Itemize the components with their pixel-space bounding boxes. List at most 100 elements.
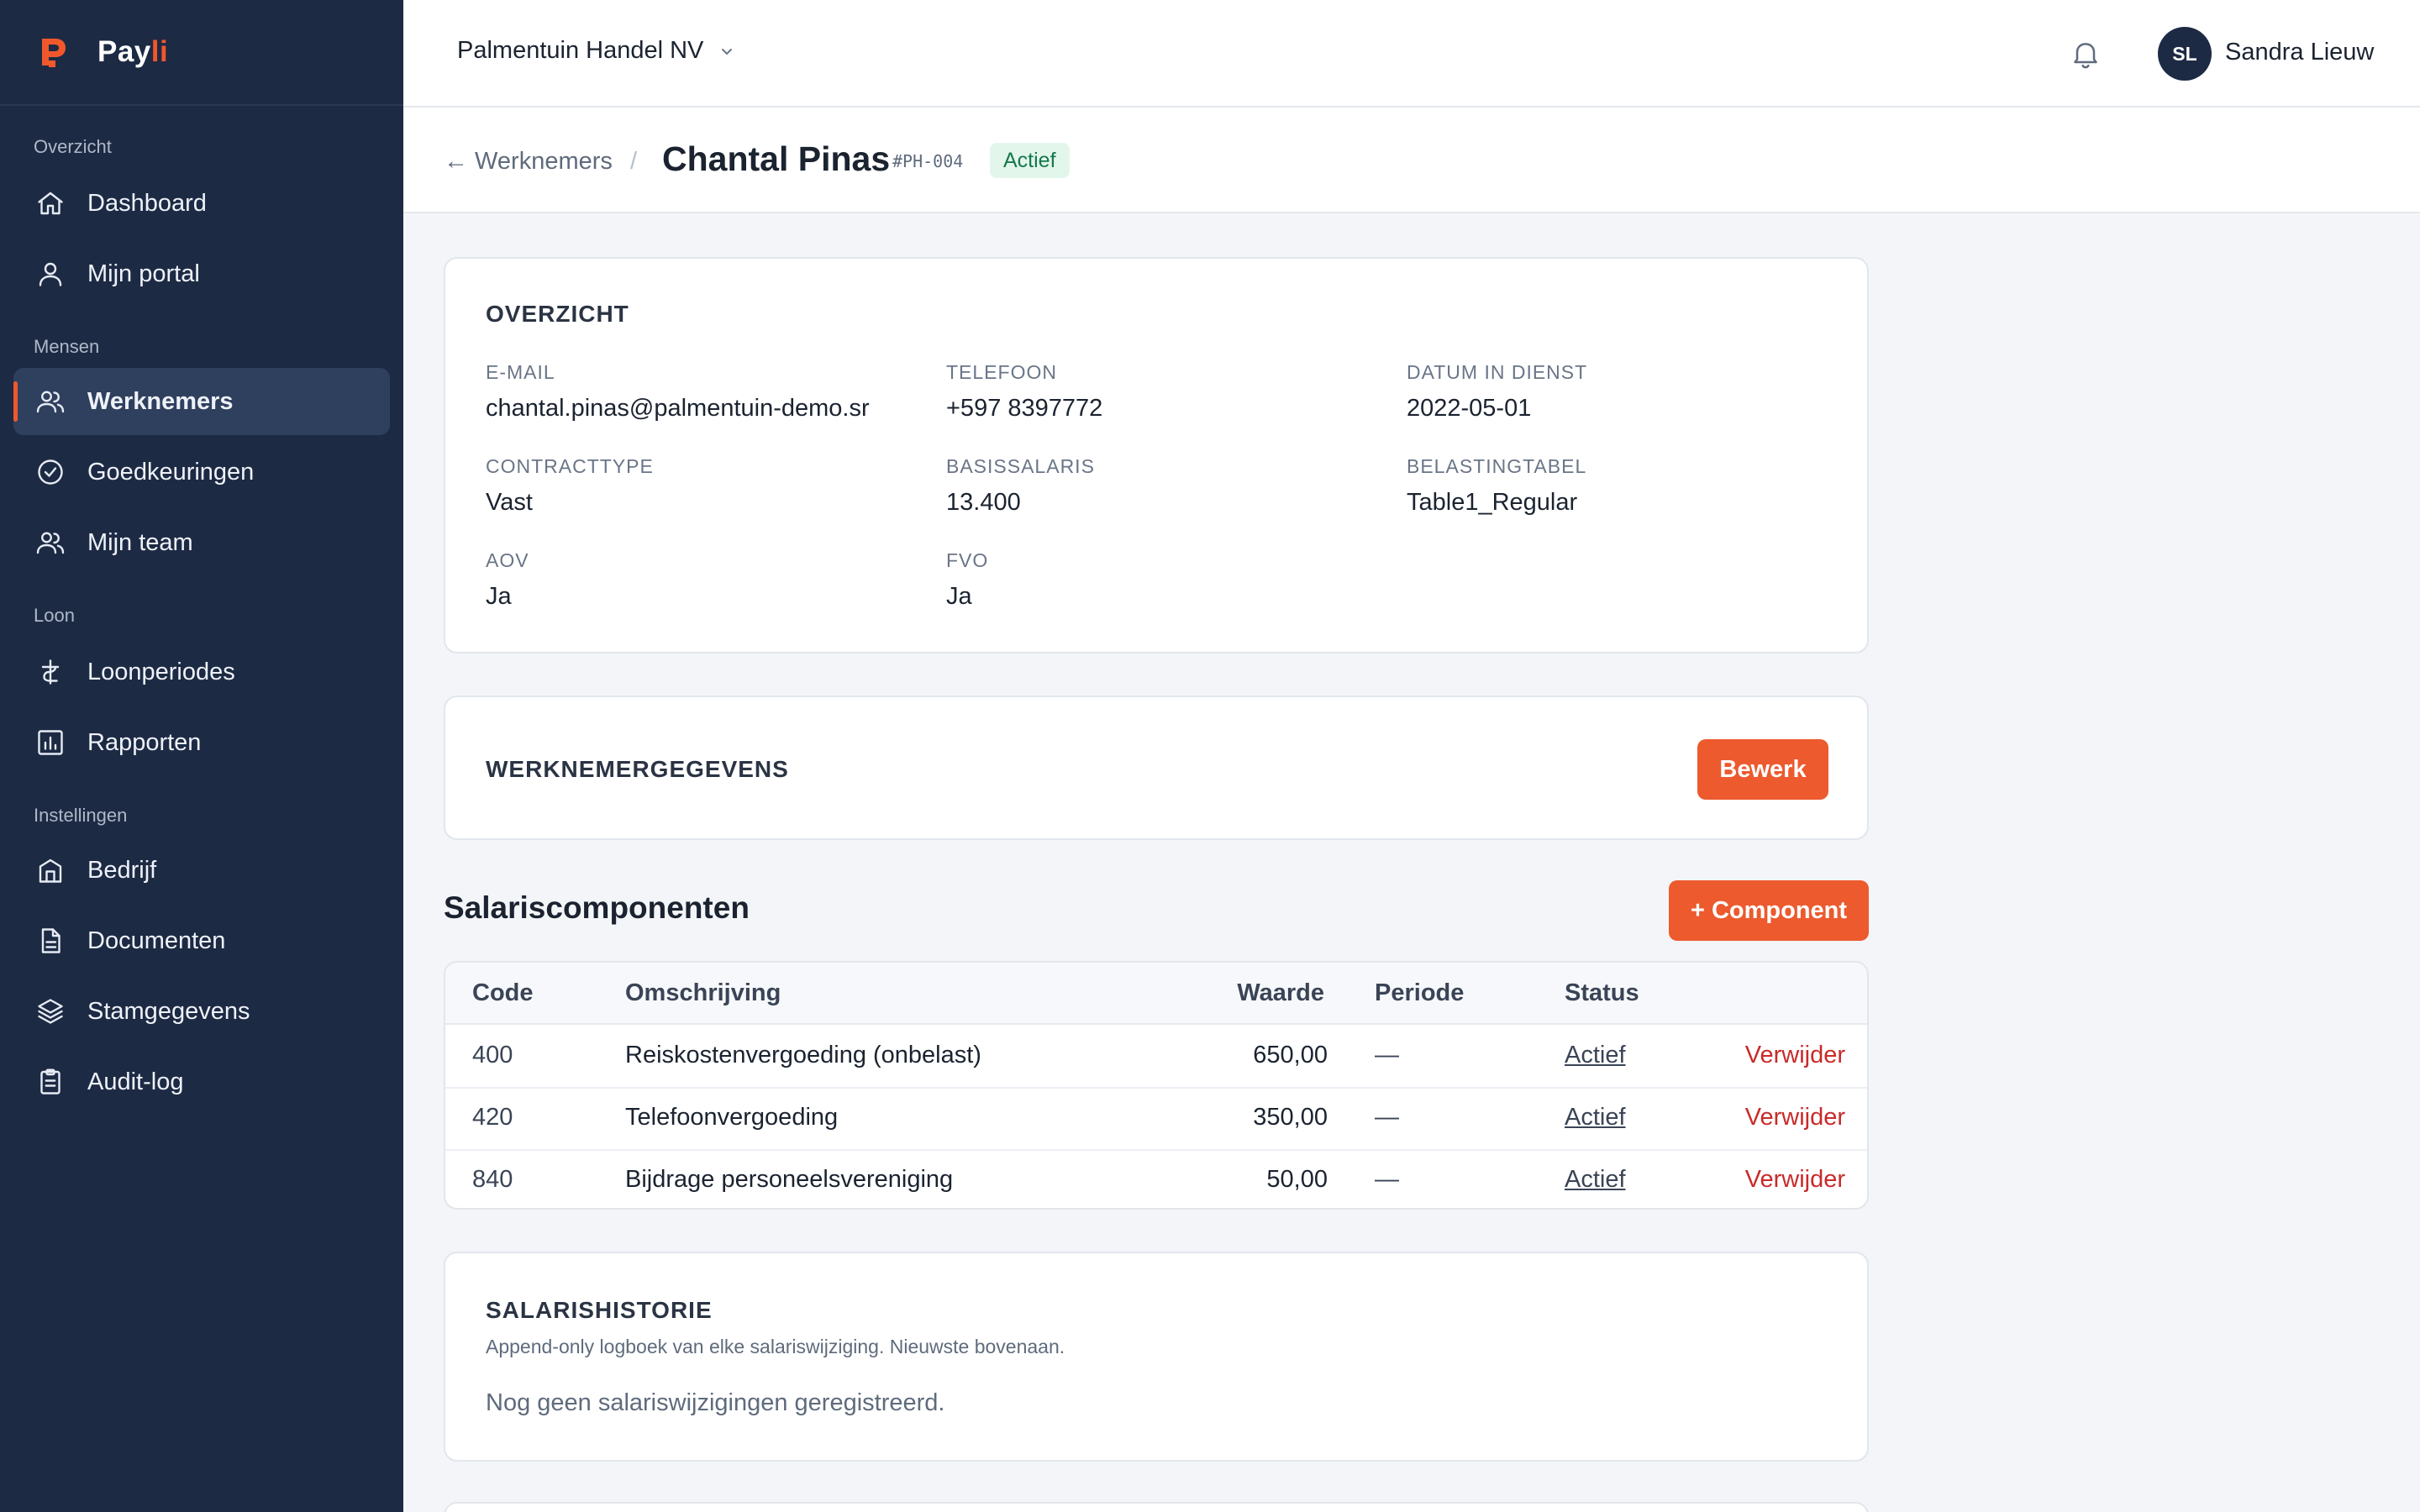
sidebar-item-werknemers[interactable]: Werknemers <box>13 368 390 435</box>
layers-icon <box>34 995 67 1028</box>
history-subtitle: Append-only logboek van elke salariswijz… <box>486 1336 1065 1357</box>
sidebar-item-label: Werknemers <box>87 387 234 415</box>
field-label-fvo: FVO <box>946 549 989 571</box>
cell-period: — <box>1375 1104 1399 1131</box>
employee-data-card: WERKNEMERGEGEVENS Bewerk <box>444 696 1869 840</box>
sidebar-item-label: Loonperiodes <box>87 658 235 685</box>
sidebar-item-label: Dashboard <box>87 189 207 217</box>
sidebar-item-mijn-portal[interactable]: Mijn portal <box>13 240 390 307</box>
sidebar-item-stamgegevens[interactable]: Stamgegevens <box>13 978 390 1045</box>
cell-period: — <box>1375 1166 1399 1193</box>
cell-value: 350,00 <box>1253 1104 1328 1131</box>
delete-button[interactable]: Verwijder <box>1745 1166 1845 1194</box>
overview-card: OVERZICHT E-MAIL chantal.pinas@palmentui… <box>444 257 1869 654</box>
sidebar-item-bedrijf[interactable]: Bedrijf <box>13 837 390 904</box>
sidebar-item-label: Bedrijf <box>87 856 157 884</box>
sidebar-item-audit-log[interactable]: Audit-log <box>13 1048 390 1116</box>
cell-code: 400 <box>472 1042 513 1068</box>
status-toggle-link[interactable]: Actief <box>1565 1042 1626 1069</box>
field-label-telefoon: TELEFOON <box>946 361 1057 383</box>
sidebar-item-documenten[interactable]: Documenten <box>13 907 390 974</box>
cell-description: Telefoonvergoeding <box>625 1104 839 1131</box>
sidebar-item-label: Stamgegevens <box>87 997 250 1025</box>
currency-icon <box>34 655 67 689</box>
sidebar-item-label: Audit-log <box>87 1068 184 1095</box>
field-label-datum-in-dienst: DATUM IN DIENST <box>1407 361 1588 383</box>
sidebar: Payli Overzicht Dashboard Mijn portal Me… <box>0 0 403 1512</box>
sidebar-item-goedkeuringen[interactable]: Goedkeuringen <box>13 438 390 506</box>
status-toggle-link[interactable]: Actief <box>1565 1104 1626 1131</box>
clipboard-icon <box>34 1065 67 1099</box>
cell-description: Bijdrage personeelsvereniging <box>625 1166 954 1193</box>
sidebar-item-label: Mijn team <box>87 528 193 556</box>
status-badge: Actief <box>990 143 1070 178</box>
field-value-datum-in-dienst: 2022-05-01 <box>1407 395 1532 422</box>
nav-group-instellingen: Instellingen <box>34 805 128 826</box>
sidebar-item-label: Documenten <box>87 927 226 954</box>
delete-button[interactable]: Verwijder <box>1745 1104 1845 1131</box>
status-toggle-link[interactable]: Actief <box>1565 1166 1626 1194</box>
column-header-periode: Periode <box>1375 979 1465 1006</box>
cell-description: Reiskostenvergoeding (onbelast) <box>625 1042 981 1068</box>
nav-group-loon: Loon <box>34 605 75 626</box>
field-label-email: E-MAIL <box>486 361 555 383</box>
components-title: Salariscomponenten <box>444 890 750 925</box>
field-value-fvo: Ja <box>946 583 972 610</box>
cell-code: 420 <box>472 1104 513 1131</box>
add-component-button[interactable]: + Component <box>1669 880 1869 941</box>
sidebar-item-rapporten[interactable]: Rapporten <box>13 709 390 776</box>
building-icon <box>34 853 67 887</box>
cell-value: 650,00 <box>1253 1042 1328 1068</box>
home-icon <box>34 186 67 220</box>
sidebar-item-label: Goedkeuringen <box>87 458 255 486</box>
chevron-down-icon <box>718 43 735 60</box>
bell-icon[interactable] <box>2069 37 2102 71</box>
table-row: 420 Telefoonvergoeding 350,00 — Actief V… <box>445 1087 1867 1149</box>
history-title: SALARISHISTORIE <box>486 1297 713 1323</box>
cell-period: — <box>1375 1042 1399 1068</box>
field-value-aov: Ja <box>486 583 512 610</box>
user-icon <box>34 257 67 291</box>
user-name[interactable]: Sandra Lieuw <box>2225 39 2374 66</box>
nav-group-mensen: Mensen <box>34 336 100 357</box>
brand[interactable]: Payli <box>0 0 403 106</box>
payli-logo-icon <box>37 35 69 69</box>
field-value-belastingtabel: Table1_Regular <box>1407 489 1578 516</box>
cell-code: 840 <box>472 1166 513 1193</box>
delete-button[interactable]: Verwijder <box>1745 1042 1845 1069</box>
sidebar-item-label: Rapporten <box>87 728 202 756</box>
field-value-basissalaris: 13.400 <box>946 489 1021 516</box>
users-icon <box>34 526 67 559</box>
field-label-contracttype: CONTRACTTYPE <box>486 455 654 477</box>
topbar: Palmentuin Handel NV SL Sandra Lieuw <box>403 0 2420 108</box>
field-label-belastingtabel: BELASTINGTABEL <box>1407 455 1587 477</box>
field-label-aov: AOV <box>486 549 529 571</box>
field-value-contracttype: Vast <box>486 489 533 516</box>
field-label-basissalaris: BASISSALARIS <box>946 455 1095 477</box>
company-name: Palmentuin Handel NV <box>457 37 704 64</box>
field-value-email: chantal.pinas@palmentuin-demo.sr <box>486 395 870 422</box>
table-row: 400 Reiskostenvergoeding (onbelast) 650,… <box>445 1025 1867 1087</box>
page-title: Chantal Pinas <box>662 139 891 178</box>
sidebar-item-mijn-team[interactable]: Mijn team <box>13 509 390 576</box>
sidebar-item-label: Mijn portal <box>87 260 200 287</box>
sidebar-item-dashboard[interactable]: Dashboard <box>13 170 390 237</box>
edit-button[interactable]: Bewerk <box>1697 739 1828 800</box>
cell-value: 50,00 <box>1266 1166 1328 1193</box>
table-row: 840 Bijdrage personeelsvereniging 50,00 … <box>445 1149 1867 1208</box>
sidebar-item-loonperiodes[interactable]: Loonperiodes <box>13 638 390 706</box>
components-table: Code Omschrijving Waarde Periode Status … <box>444 961 1869 1210</box>
company-selector[interactable]: Palmentuin Handel NV <box>457 37 735 65</box>
avatar[interactable]: SL <box>2158 27 2212 81</box>
field-value-telefoon: +597 8397772 <box>946 395 1103 422</box>
next-card <box>444 1502 1869 1512</box>
nav-group-overzicht: Overzicht <box>34 136 112 157</box>
back-to-werknemers-link[interactable]: ← Werknemers <box>444 148 613 176</box>
bar-chart-icon <box>34 726 67 759</box>
column-header-waarde: Waarde <box>1237 979 1324 1006</box>
breadcrumb-separator: / <box>630 148 638 175</box>
users-icon <box>34 385 67 418</box>
column-header-code: Code <box>472 979 534 1006</box>
salary-history-card: SALARISHISTORIE Append-only logboek van … <box>444 1252 1869 1462</box>
brand-name: Payli <box>97 35 169 68</box>
